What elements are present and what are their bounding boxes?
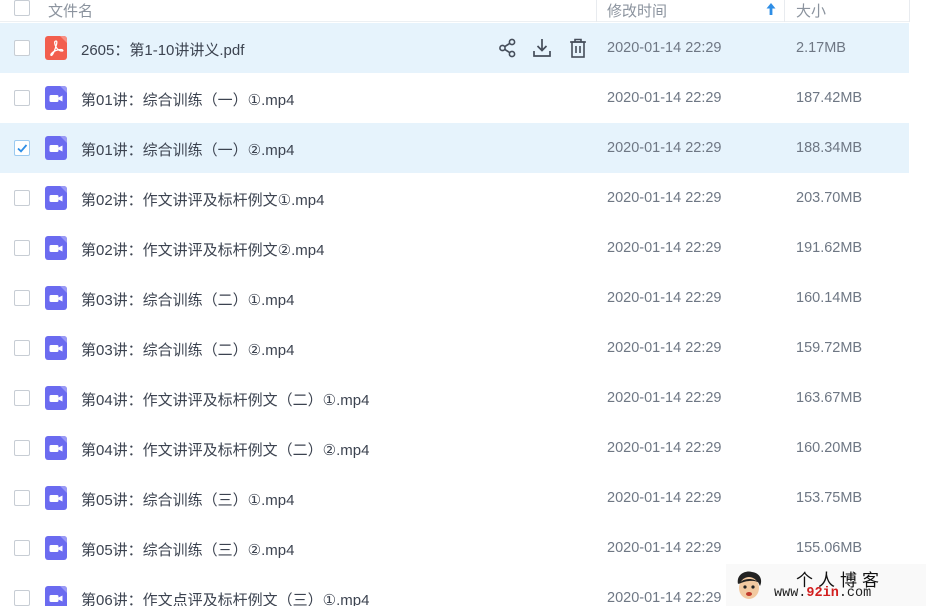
- file-name[interactable]: 第05讲：综合训练（三）②.mp4: [81, 539, 294, 560]
- file-name[interactable]: 2605：第1-10讲讲义.pdf: [81, 39, 244, 60]
- column-divider: [909, 0, 910, 22]
- row-checkbox[interactable]: [14, 390, 30, 406]
- file-row[interactable]: 第04讲：作文讲评及标杆例文（二）①.mp4 2020-01-14 22:29 16…: [0, 373, 909, 423]
- file-size: 160.20MB: [796, 440, 863, 456]
- file-row[interactable]: 第03讲：综合训练（二）①.mp4 2020-01-14 22:29 160.14M…: [0, 273, 909, 323]
- video-icon: [45, 186, 67, 210]
- video-icon: [45, 286, 67, 310]
- modified-time: 2020-01-14 22:29: [607, 540, 722, 556]
- video-icon: [45, 586, 67, 606]
- modified-time: 2020-01-14 22:29: [607, 390, 722, 406]
- row-checkbox[interactable]: [14, 140, 30, 156]
- file-size: 159.72MB: [796, 340, 863, 356]
- column-divider: [596, 0, 597, 22]
- row-checkbox[interactable]: [14, 540, 30, 556]
- pdf-icon: [45, 36, 67, 60]
- file-name[interactable]: 第02讲：作文讲评及标杆例文②.mp4: [81, 239, 324, 260]
- video-icon: [45, 536, 67, 560]
- file-name[interactable]: 第01讲：综合训练（一）②.mp4: [81, 139, 294, 160]
- modified-time: 2020-01-14 22:29: [607, 190, 722, 206]
- modified-time: 2020-01-14 22:29: [607, 240, 722, 256]
- modified-time: 2020-01-14 22:29: [607, 490, 722, 506]
- column-header-size[interactable]: 大小: [796, 0, 826, 21]
- modified-time: 2020-01-14 22:29: [607, 590, 722, 606]
- file-size: 188.34MB: [796, 140, 863, 156]
- file-row[interactable]: 第01讲：综合训练（一）①.mp4 2020-01-14 22:29 187.42M…: [0, 73, 909, 123]
- file-row[interactable]: 2605：第1-10讲讲义.pdf 2020-01-14 22:29 2.17MB: [0, 23, 909, 73]
- file-name[interactable]: 第04讲：作文讲评及标杆例文（二）①.mp4: [81, 389, 369, 410]
- modified-time: 2020-01-14 22:29: [607, 340, 722, 356]
- column-header-modified-time[interactable]: 修改时间: [607, 0, 667, 21]
- file-row[interactable]: 第01讲：综合训练（一）②.mp4 2020-01-14 22:29 188.34M…: [0, 123, 909, 173]
- column-divider: [784, 0, 785, 22]
- modified-time: 2020-01-14 22:29: [607, 90, 722, 106]
- file-size: 2.17MB: [796, 40, 846, 56]
- file-size: 187.42MB: [796, 90, 863, 106]
- row-checkbox[interactable]: [14, 290, 30, 306]
- video-icon: [45, 86, 67, 110]
- row-checkbox[interactable]: [14, 40, 30, 56]
- file-name[interactable]: 第04讲：作文讲评及标杆例文（二）②.mp4: [81, 439, 369, 460]
- sort-ascending-icon[interactable]: [765, 2, 777, 16]
- share-icon[interactable]: [497, 37, 519, 59]
- file-name[interactable]: 第05讲：综合训练（三）①.mp4: [81, 489, 294, 510]
- select-all-checkbox[interactable]: [14, 0, 30, 16]
- file-size: 160.14MB: [796, 290, 863, 306]
- blog-watermark: 个人博客 www.92in.com: [726, 564, 926, 606]
- file-row[interactable]: 第05讲：综合训练（三）①.mp4 2020-01-14 22:29 153.75M…: [0, 473, 909, 523]
- file-row[interactable]: 第04讲：作文讲评及标杆例文（二）②.mp4 2020-01-14 22:29 16…: [0, 423, 909, 473]
- file-row[interactable]: 第03讲：综合训练（二）②.mp4 2020-01-14 22:29 159.72M…: [0, 323, 909, 373]
- video-icon: [45, 386, 67, 410]
- file-name[interactable]: 第03讲：综合训练（二）②.mp4: [81, 339, 294, 360]
- file-size: 153.75MB: [796, 490, 863, 506]
- cartoon-avatar-icon: [734, 570, 764, 602]
- video-icon: [45, 436, 67, 460]
- list-header: 文件名 修改时间 大小: [0, 0, 909, 22]
- file-size: 155.06MB: [796, 540, 863, 556]
- modified-time: 2020-01-14 22:29: [607, 40, 722, 56]
- file-name[interactable]: 第02讲：作文讲评及标杆例文①.mp4: [81, 189, 324, 210]
- watermark-url: www.92in.com: [774, 586, 872, 601]
- file-list: 文件名 修改时间 大小 2605：第1-10讲讲义.pdf 2020-01-14 …: [0, 0, 926, 606]
- video-icon: [45, 136, 67, 160]
- modified-time: 2020-01-14 22:29: [607, 140, 722, 156]
- file-name[interactable]: 第01讲：综合训练（一）①.mp4: [81, 89, 294, 110]
- checkmark-icon: [17, 144, 28, 153]
- row-checkbox[interactable]: [14, 240, 30, 256]
- delete-icon[interactable]: [567, 37, 589, 59]
- file-size: 163.67MB: [796, 390, 863, 406]
- modified-time: 2020-01-14 22:29: [607, 290, 722, 306]
- video-icon: [45, 336, 67, 360]
- column-header-name[interactable]: 文件名: [48, 0, 93, 21]
- file-row[interactable]: 第02讲：作文讲评及标杆例文①.mp4 2020-01-14 22:29 203.7…: [0, 173, 909, 223]
- file-name[interactable]: 第06讲：作文点评及标杆例文（三）①.mp4: [81, 589, 369, 606]
- row-checkbox[interactable]: [14, 490, 30, 506]
- file-row[interactable]: 第02讲：作文讲评及标杆例文②.mp4 2020-01-14 22:29 191.6…: [0, 223, 909, 273]
- row-checkbox[interactable]: [14, 190, 30, 206]
- row-checkbox[interactable]: [14, 340, 30, 356]
- row-checkbox[interactable]: [14, 440, 30, 456]
- video-icon: [45, 486, 67, 510]
- video-icon: [45, 236, 67, 260]
- modified-time: 2020-01-14 22:29: [607, 440, 722, 456]
- row-checkbox[interactable]: [14, 90, 30, 106]
- download-icon[interactable]: [531, 37, 553, 59]
- file-size: 203.70MB: [796, 190, 863, 206]
- row-checkbox[interactable]: [14, 590, 30, 606]
- file-name[interactable]: 第03讲：综合训练（二）①.mp4: [81, 289, 294, 310]
- file-size: 191.62MB: [796, 240, 863, 256]
